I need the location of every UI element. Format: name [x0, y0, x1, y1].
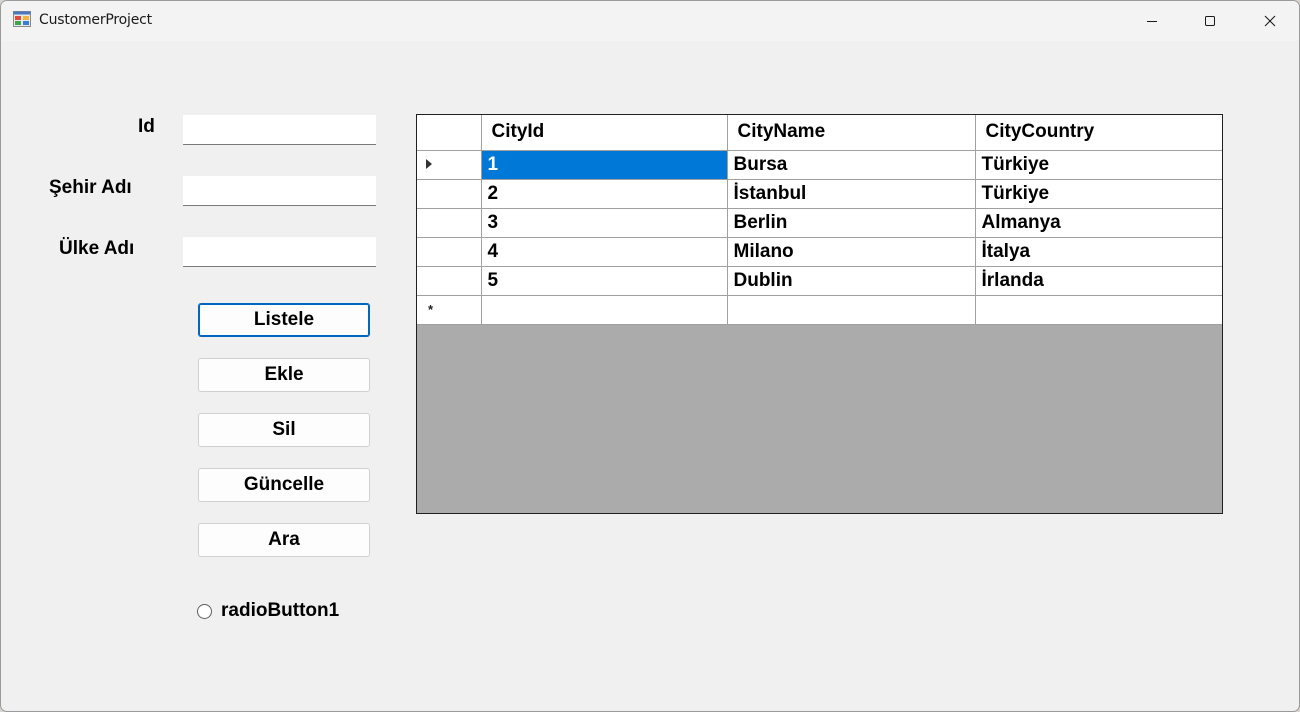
- grid-cell[interactable]: 5: [480, 265, 728, 296]
- grid-cell-new[interactable]: [974, 294, 1222, 325]
- grid-cell-selected[interactable]: 1: [480, 149, 728, 180]
- row-header[interactable]: [417, 236, 482, 267]
- grid-cell[interactable]: İstanbul: [726, 178, 976, 209]
- table-row[interactable]: 2 İstanbul Türkiye: [417, 178, 1222, 209]
- grid-cell[interactable]: Bursa: [726, 149, 976, 180]
- list-button[interactable]: Listele: [198, 303, 370, 337]
- grid-cell[interactable]: Almanya: [974, 207, 1222, 238]
- row-header[interactable]: [417, 207, 482, 238]
- grid-cell[interactable]: 3: [480, 207, 728, 238]
- grid-cell[interactable]: İtalya: [974, 236, 1222, 267]
- maximize-icon: [1205, 16, 1215, 26]
- window-title: CustomerProject: [39, 12, 152, 28]
- close-button[interactable]: [1241, 1, 1299, 41]
- row-header[interactable]: [417, 265, 482, 296]
- grid-cell[interactable]: Türkiye: [974, 178, 1222, 209]
- current-row-arrow-icon: [426, 159, 432, 170]
- table-row[interactable]: 3 Berlin Almanya: [417, 207, 1222, 238]
- minimize-icon: [1147, 21, 1157, 22]
- id-input[interactable]: [183, 115, 376, 145]
- grid-cell[interactable]: Milano: [726, 236, 976, 267]
- grid-table: CityId CityName CityCountry 1 Bursa Türk…: [417, 115, 1222, 325]
- country-name-label: Ülke Adı: [59, 238, 135, 259]
- main-window: CustomerProject Id Şehir Adı Ülke Adı Li…: [0, 0, 1300, 712]
- table-row[interactable]: 4 Milano İtalya: [417, 236, 1222, 267]
- grid-cell[interactable]: Türkiye: [974, 149, 1222, 180]
- city-name-input[interactable]: [183, 176, 376, 206]
- table-row[interactable]: 1 Bursa Türkiye: [417, 149, 1222, 180]
- radio-button-label: radioButton1: [221, 600, 340, 621]
- table-row[interactable]: 5 Dublin İrlanda: [417, 265, 1222, 296]
- minimize-button[interactable]: [1123, 1, 1181, 41]
- city-name-label: Şehir Adı: [49, 177, 132, 198]
- column-header-citycountry[interactable]: CityCountry: [974, 115, 1222, 151]
- column-header-cityid[interactable]: CityId: [480, 115, 728, 151]
- grid-cell-new[interactable]: [480, 294, 728, 325]
- grid-cell[interactable]: Dublin: [726, 265, 976, 296]
- title-bar[interactable]: CustomerProject: [1, 1, 1299, 41]
- grid-header-row: CityId CityName CityCountry: [417, 115, 1222, 151]
- grid-cell[interactable]: 2: [480, 178, 728, 209]
- country-name-input[interactable]: [183, 237, 376, 267]
- grid-cell-new[interactable]: [726, 294, 976, 325]
- maximize-button[interactable]: [1181, 1, 1239, 41]
- new-row-marker: *: [428, 301, 434, 317]
- winforms-app-icon: [13, 11, 31, 27]
- grid-cell[interactable]: İrlanda: [974, 265, 1222, 296]
- close-icon: [1264, 15, 1276, 27]
- row-header[interactable]: [417, 178, 482, 209]
- cities-data-grid[interactable]: CityId CityName CityCountry 1 Bursa Türk…: [416, 114, 1223, 514]
- id-label: Id: [138, 116, 155, 137]
- grid-cell[interactable]: Berlin: [726, 207, 976, 238]
- search-button[interactable]: Ara: [198, 523, 370, 557]
- grid-corner-header[interactable]: [417, 115, 482, 151]
- add-button[interactable]: Ekle: [198, 358, 370, 392]
- delete-button[interactable]: Sil: [198, 413, 370, 447]
- new-row[interactable]: *: [417, 294, 1222, 325]
- grid-cell[interactable]: 4: [480, 236, 728, 267]
- update-button[interactable]: Güncelle: [198, 468, 370, 502]
- column-header-cityname[interactable]: CityName: [726, 115, 976, 151]
- row-header-new[interactable]: *: [417, 294, 482, 325]
- radio-circle-icon[interactable]: [197, 603, 212, 619]
- row-header-current[interactable]: [417, 149, 482, 180]
- radio-button-1[interactable]: radioButton1: [197, 599, 339, 623]
